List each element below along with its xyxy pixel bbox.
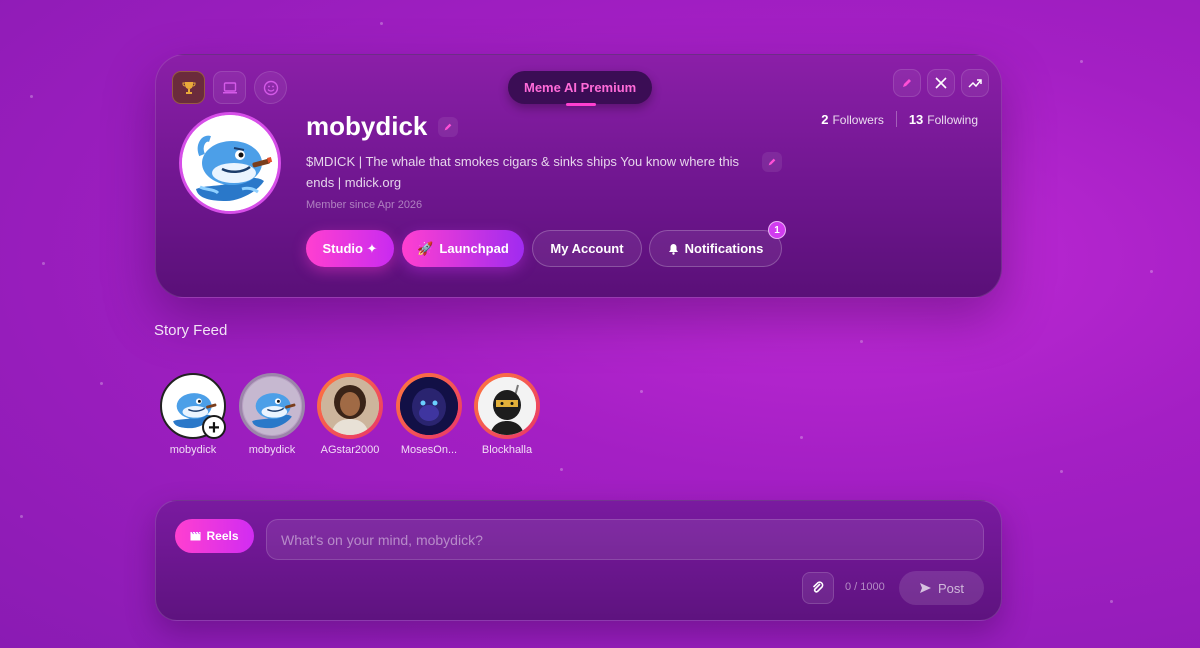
background-speck [1150, 270, 1153, 273]
background-speck [1110, 600, 1113, 603]
following-count: 13 [908, 111, 924, 127]
story-item[interactable]: MosesOn... [396, 373, 462, 456]
profile-avatar[interactable] [179, 112, 281, 214]
profile-username: mobydick [306, 111, 428, 141]
background-speck [20, 515, 23, 518]
story-avatar [239, 373, 305, 439]
bell-icon [668, 243, 678, 255]
story-item[interactable]: Blockhalla [474, 373, 540, 456]
background-speck [100, 382, 103, 385]
following-link[interactable]: 13 Following [909, 112, 978, 127]
background-speck [560, 468, 563, 471]
member-since: Member since Apr 2026 [306, 199, 423, 211]
reels-label: Reels [206, 529, 239, 543]
background-speck [1060, 470, 1063, 473]
launchpad-button-label: Launchpad [439, 241, 509, 256]
stats-divider [895, 111, 897, 127]
trending-icon[interactable] [961, 69, 989, 97]
story-avatar [474, 373, 540, 439]
profile-card: Meme AI Premium mobydick $MDICK | The wh… [155, 54, 1002, 298]
notifications-badge: 1 [768, 221, 786, 239]
reels-button[interactable]: Reels [175, 519, 254, 553]
edit-profile-icon[interactable] [893, 69, 921, 97]
add-story-icon[interactable]: + [202, 415, 226, 439]
followers-count: 2 [821, 111, 829, 127]
background-speck [42, 262, 45, 265]
post-button[interactable]: Post [899, 571, 984, 605]
background-speck [30, 95, 33, 98]
x-logo-icon[interactable] [927, 69, 955, 97]
story-name: mobydick [169, 444, 217, 456]
gorilla-avatar-image [400, 377, 458, 435]
my-account-button-label: My Account [550, 241, 624, 256]
post-button-label: Post [937, 580, 964, 596]
story-name: mobydick [248, 444, 296, 456]
whale-avatar-image [182, 115, 278, 211]
followers-label: Followers [832, 112, 884, 127]
clapperboard-icon [190, 531, 201, 541]
story-item[interactable]: mobydick [239, 373, 305, 456]
story-name: AGstar2000 [320, 444, 380, 456]
background-speck [640, 390, 643, 393]
edit-bio-icon[interactable] [762, 152, 782, 172]
ninja-avatar-image [478, 377, 536, 435]
background-speck [860, 340, 863, 343]
smiley-icon[interactable] [254, 71, 287, 104]
trophy-icon[interactable] [172, 71, 205, 104]
studio-button[interactable]: Studio ✦ [306, 230, 394, 267]
person-avatar-image [321, 377, 379, 435]
notifications-button-label: Notifications [684, 241, 764, 256]
attachment-icon[interactable] [802, 572, 834, 604]
follow-stats: 2 Followers 13 Following [821, 111, 978, 127]
profile-bio: $MDICK | The whale that smokes cigars & … [306, 154, 740, 190]
story-add[interactable]: + mobydick [160, 373, 226, 456]
laptop-icon[interactable] [213, 71, 246, 104]
my-account-button[interactable]: My Account [532, 230, 642, 267]
background-speck [1080, 60, 1083, 63]
whale-avatar-image [252, 393, 296, 429]
story-avatar: + [160, 373, 226, 439]
story-feed-title: Story Feed [154, 322, 228, 339]
post-composer: Reels 0 / 1000 Post [155, 500, 1002, 621]
premium-badge[interactable]: Meme AI Premium [508, 71, 653, 106]
followers-link[interactable]: 2 Followers [821, 112, 884, 127]
story-name: Blockhalla [481, 444, 533, 456]
launchpad-button[interactable]: 🚀 Launchpad [402, 230, 524, 267]
background-speck [800, 436, 803, 439]
post-text-input[interactable] [266, 519, 984, 560]
rocket-icon: 🚀 [417, 240, 434, 256]
studio-button-label: Studio ✦ [322, 240, 378, 256]
send-icon [919, 583, 931, 593]
story-avatar [317, 373, 383, 439]
story-name: MosesOn... [400, 444, 458, 456]
story-avatar [396, 373, 462, 439]
following-label: Following [927, 112, 978, 127]
story-item[interactable]: AGstar2000 [317, 373, 383, 456]
background-speck [380, 22, 383, 25]
character-counter: 0 / 1000 [845, 581, 885, 593]
edit-username-icon[interactable] [438, 117, 458, 137]
notifications-button[interactable]: Notifications 1 [649, 221, 786, 267]
